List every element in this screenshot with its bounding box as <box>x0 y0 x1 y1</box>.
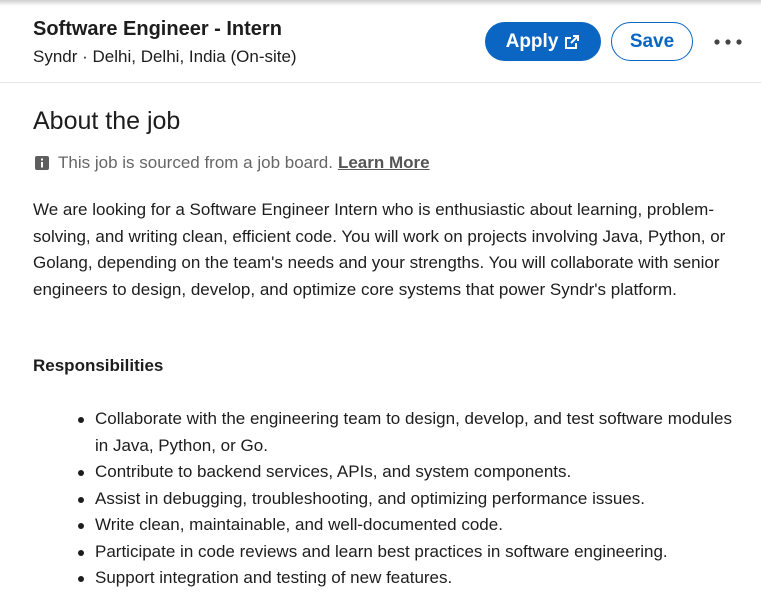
more-options-button[interactable] <box>706 28 750 56</box>
responsibilities-heading: Responsibilities <box>33 356 164 375</box>
job-source-note: This job is sourced from a job board. Le… <box>35 153 430 173</box>
apply-button[interactable]: Apply <box>485 22 601 61</box>
top-shadow <box>0 0 761 6</box>
list-item: Support integration and testing of new f… <box>78 565 735 592</box>
about-job-title: About the job <box>33 107 181 135</box>
info-icon <box>35 156 49 170</box>
job-description: We are looking for a Software Engineer I… <box>33 200 726 299</box>
list-item: Contribute to backend services, APIs, an… <box>78 459 735 486</box>
list-item: Participate in code reviews and learn be… <box>78 539 735 566</box>
more-horizontal-icon <box>714 39 742 45</box>
learn-more-link[interactable]: Learn More <box>338 153 430 173</box>
source-note-text: This job is sourced from a job board. <box>58 153 333 172</box>
list-item: Assist in debugging, troubleshooting, an… <box>78 486 735 513</box>
apply-label: Apply <box>505 30 559 52</box>
list-item: Collaborate with the engineering team to… <box>78 406 735 459</box>
company-location: Syndr · Delhi, Delhi, India (On-site) <box>33 47 297 66</box>
job-title: Software Engineer - Intern <box>33 18 282 40</box>
list-item: Write clean, maintainable, and well-docu… <box>78 512 735 539</box>
responsibilities-list: Collaborate with the engineering team to… <box>78 406 735 592</box>
external-link-icon <box>565 34 580 49</box>
save-label: Save <box>629 30 675 52</box>
save-button[interactable]: Save <box>611 22 693 61</box>
job-header: Software Engineer - Intern Syndr · Delhi… <box>0 0 761 83</box>
